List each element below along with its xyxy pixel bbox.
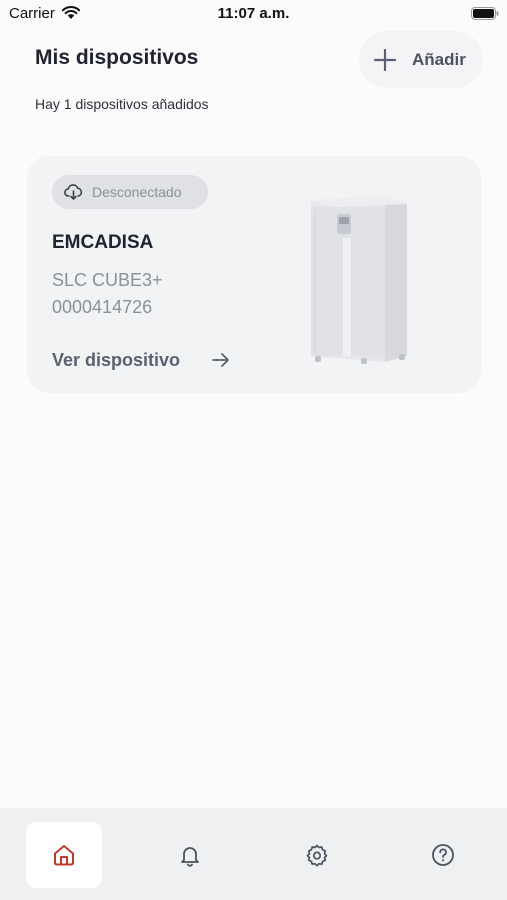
- nav-settings[interactable]: [279, 822, 355, 888]
- device-card[interactable]: Desconectado EMCADISA SLC CUBE3+ 0000414…: [27, 156, 481, 393]
- page-title: Mis dispositivos: [35, 46, 199, 69]
- nav-notifications[interactable]: [152, 822, 228, 888]
- add-device-label: Añadir: [412, 50, 466, 69]
- battery-icon: [471, 7, 499, 20]
- home-icon: [54, 845, 74, 866]
- device-model: SLC CUBE3+: [52, 270, 163, 290]
- clock: 11:07 a.m.: [217, 5, 290, 22]
- nav-home[interactable]: [26, 822, 102, 888]
- nav-help[interactable]: [405, 822, 481, 888]
- cloud-download-icon: [64, 184, 83, 200]
- device-serial: 0000414726: [52, 297, 153, 317]
- status-badge: Desconectado: [52, 175, 208, 209]
- plus-icon: [373, 48, 397, 72]
- add-device-button[interactable]: Añadir: [359, 31, 483, 88]
- bottom-nav: [0, 808, 507, 900]
- device-name: EMCADISA: [52, 232, 154, 253]
- help-icon: [432, 844, 454, 866]
- status-bar: Carrier 11:07 a.m.: [0, 0, 507, 28]
- view-device-link[interactable]: Ver dispositivo: [52, 350, 180, 371]
- status-text: Desconectado: [92, 184, 182, 200]
- gear-icon: [306, 844, 328, 867]
- ups-device-image: [311, 196, 407, 364]
- arrow-right-icon[interactable]: [211, 351, 231, 369]
- device-count-text: Hay 1 dispositivos añadidos: [35, 96, 209, 112]
- bell-icon: [181, 847, 199, 867]
